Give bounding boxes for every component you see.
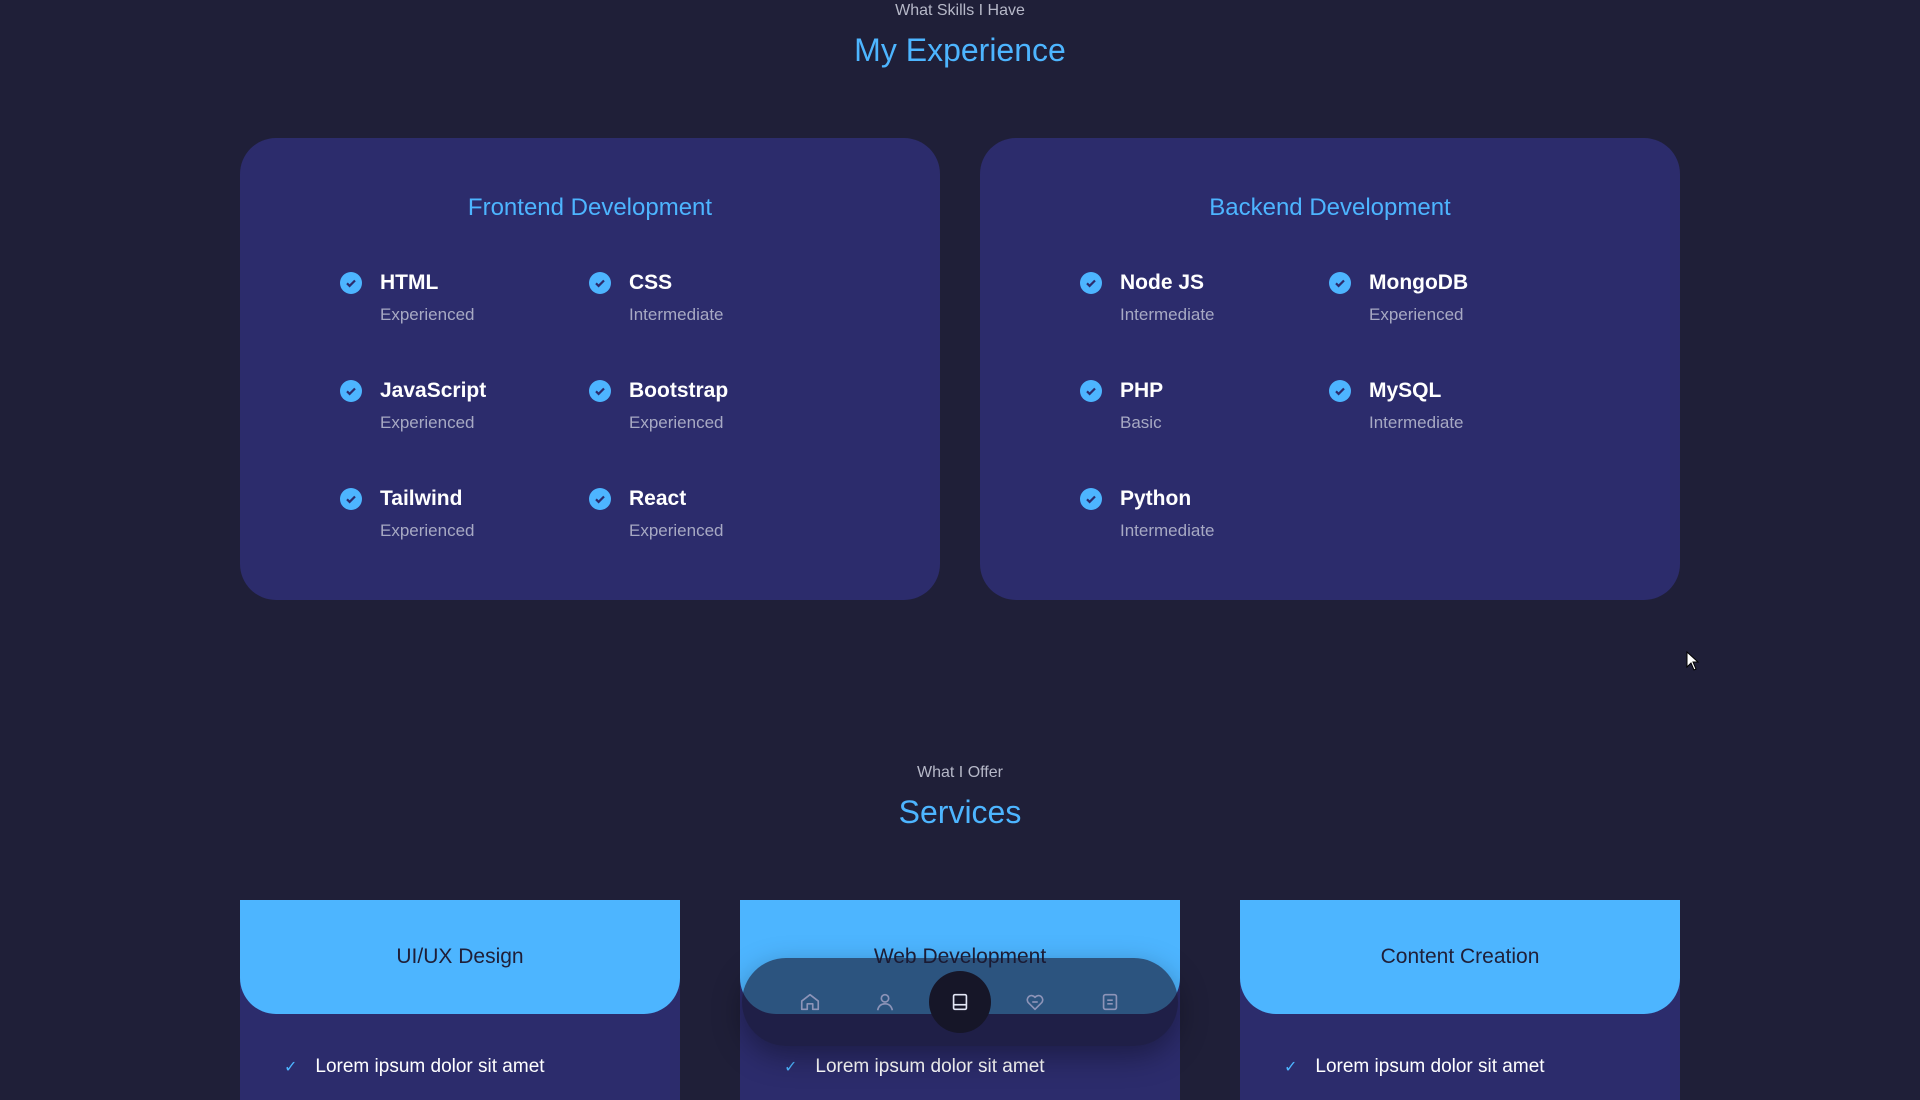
skill-level: Experienced [380, 413, 475, 432]
check-badge-icon [1080, 272, 1102, 294]
skill-name: Node JS [1120, 271, 1205, 294]
skill-mongodb: MongoDB Experienced [1329, 270, 1578, 324]
nav-services-button[interactable] [1004, 971, 1066, 1033]
frontend-card: Frontend Development HTML Experienced CSS… [240, 138, 940, 600]
mouse-cursor-icon [1686, 651, 1700, 671]
skill-name: Python [1120, 487, 1192, 510]
check-icon: ✓ [1284, 1059, 1298, 1076]
check-badge-icon [589, 380, 611, 402]
skill-name: MySQL [1369, 379, 1442, 402]
experience-title: My Experience [854, 32, 1066, 68]
check-badge-icon [340, 380, 362, 402]
service-list-item: ✓ Lorem ipsum dolor sit amet [284, 1056, 545, 1078]
service-card-title: Content Creation [1240, 900, 1680, 1014]
nav-contact-button[interactable] [1079, 971, 1141, 1033]
skill-mysql: MySQL Intermediate [1329, 378, 1578, 432]
services-icon [1026, 994, 1044, 1011]
check-icon: ✓ [284, 1059, 298, 1076]
skill-react: React Experienced [589, 486, 838, 540]
backend-card-title: Backend Development [1209, 194, 1451, 221]
skill-level: Experienced [629, 413, 724, 432]
backend-card: Backend Development Node JS Intermediate … [980, 138, 1680, 600]
services-title: Services [898, 794, 1022, 830]
skill-tailwind: Tailwind Experienced [340, 486, 589, 540]
skill-level: Experienced [380, 305, 475, 324]
check-badge-icon [1080, 380, 1102, 402]
user-icon [876, 993, 893, 1011]
skill-level: Basic [1120, 413, 1162, 432]
skill-name: MongoDB [1369, 271, 1469, 294]
frontend-card-title: Frontend Development [467, 194, 713, 221]
skill-bootstrap: Bootstrap Experienced [589, 378, 838, 432]
skill-name: PHP [1120, 379, 1164, 402]
services-kicker: What I Offer [917, 764, 1003, 781]
check-badge-icon [1329, 380, 1351, 402]
nav-experience-button[interactable] [928, 971, 991, 1033]
skill-python: Python Intermediate [1080, 486, 1329, 540]
skill-php: PHP Basic [1080, 378, 1329, 432]
skill-level: Intermediate [1120, 521, 1215, 540]
skill-name: Bootstrap [629, 379, 729, 402]
skill-javascript: JavaScript Experienced [340, 378, 589, 432]
service-list-item: ✓ Lorem ipsum dolor sit amet [1284, 1056, 1545, 1078]
service-list-item: ✓ Lorem ipsum dolor sit amet [784, 1056, 1045, 1078]
skill-level: Intermediate [1369, 413, 1464, 432]
skill-name: HTML [380, 271, 439, 294]
service-item-text: Lorem ipsum dolor sit amet [815, 1056, 1045, 1077]
skill-name: Tailwind [380, 487, 463, 510]
floating-bottom-nav [742, 958, 1178, 1046]
message-icon [1103, 993, 1118, 1011]
skill-css: CSS Intermediate [589, 270, 838, 324]
service-item-text: Lorem ipsum dolor sit amet [1315, 1056, 1545, 1077]
backend-skill-list: Node JS Intermediate MongoDB Experienced P… [1080, 270, 1578, 540]
nav-about-button[interactable] [854, 971, 916, 1033]
service-card-content-creation: Content Creation ✓ Lorem ipsum dolor sit… [1240, 900, 1680, 1100]
skill-name: CSS [629, 271, 673, 294]
check-badge-icon [589, 488, 611, 510]
check-badge-icon [589, 272, 611, 294]
skill-nodejs: Node JS Intermediate [1080, 270, 1329, 324]
book-icon [952, 993, 968, 1011]
skill-level: Intermediate [1120, 305, 1215, 324]
check-badge-icon [340, 488, 362, 510]
home-icon [800, 993, 819, 1011]
skill-html: HTML Experienced [340, 270, 589, 324]
service-item-text: Lorem ipsum dolor sit amet [315, 1056, 545, 1077]
check-badge-icon [1329, 272, 1351, 294]
skill-level: Intermediate [629, 305, 724, 324]
service-card-uiux: UI/UX Design ✓ Lorem ipsum dolor sit ame… [240, 900, 680, 1100]
experience-kicker: What Skills I Have [895, 2, 1025, 19]
skill-level: Experienced [1369, 305, 1464, 324]
skill-level: Experienced [380, 521, 475, 540]
frontend-skill-list: HTML Experienced CSS Intermediate JavaScri… [340, 270, 838, 540]
service-card-title: UI/UX Design [240, 900, 680, 1014]
check-badge-icon [1080, 488, 1102, 510]
skill-level: Experienced [629, 521, 724, 540]
check-icon: ✓ [784, 1059, 798, 1076]
nav-home-button[interactable] [779, 971, 841, 1033]
check-badge-icon [340, 272, 362, 294]
skill-name: JavaScript [380, 379, 487, 402]
skill-name: React [629, 487, 687, 510]
